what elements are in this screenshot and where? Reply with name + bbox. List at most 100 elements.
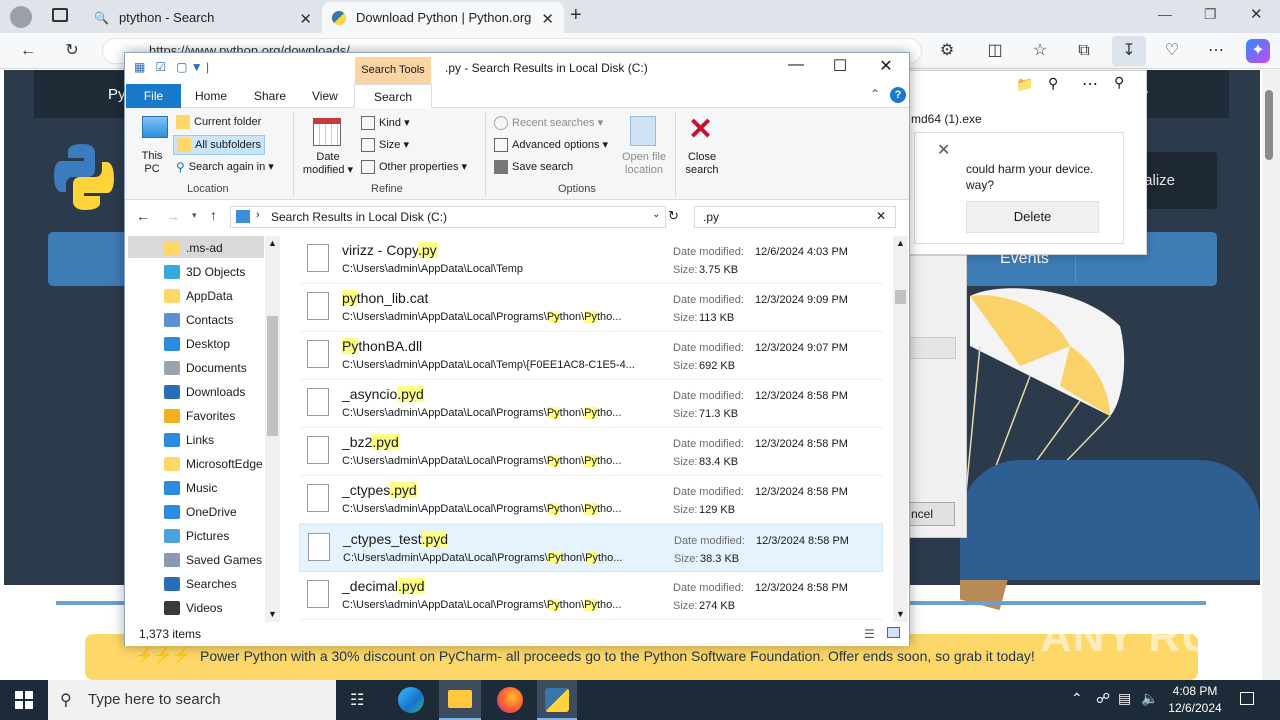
more-options-icon[interactable]: ⋯ xyxy=(1204,39,1228,63)
pin-icon[interactable]: ⚲ xyxy=(1114,74,1124,91)
downloads-icon[interactable]: ↧ xyxy=(1112,36,1146,66)
forward-icon[interactable]: → xyxy=(166,208,180,224)
result-row[interactable]: _ctypes.pyd C:\Users\admin\AppData\Local\… xyxy=(299,476,883,524)
refresh-icon[interactable]: ↻ xyxy=(668,208,679,224)
result-row[interactable]: _bz2.pyd C:\Users\admin\AppData\Local\Pro… xyxy=(299,428,883,476)
save-search-button[interactable]: Save search xyxy=(494,160,573,174)
nav-item[interactable]: MicrosoftEdge xyxy=(160,452,263,476)
tab-home[interactable]: Home xyxy=(195,89,227,103)
taskbar-search-box[interactable]: Type here to search xyxy=(48,680,336,720)
tab-file[interactable]: File xyxy=(126,84,181,108)
notifications-icon[interactable] xyxy=(1240,692,1254,705)
scroll-down-icon[interactable]: ▼ xyxy=(268,609,277,619)
close-icon[interactable]: ✕ xyxy=(937,140,950,160)
tab-search[interactable]: Search xyxy=(354,84,432,109)
result-row[interactable]: virizz - Copy.py C:\Users\admin\AppData\L… xyxy=(299,236,883,284)
maximize-button[interactable]: ☐ xyxy=(825,56,855,76)
nav-item[interactable]: Documents xyxy=(160,356,247,380)
tab-actions-icon[interactable] xyxy=(52,8,68,22)
nav-item[interactable]: Desktop xyxy=(160,332,230,356)
minimize-button[interactable]: — xyxy=(781,56,811,74)
browser-essentials-icon[interactable]: ♡ xyxy=(1160,39,1184,63)
advanced-options-button[interactable]: Advanced options ▾ xyxy=(494,138,608,153)
results-scroll-thumb[interactable] xyxy=(895,290,906,304)
address-field[interactable]: Search Results in Local Disk (C:) xyxy=(230,206,666,228)
download-filename[interactable]: md64 (1).exe xyxy=(911,112,982,126)
open-file-location-button[interactable]: Open file location xyxy=(618,151,670,177)
result-row[interactable]: _ctypes_test.pyd C:\Users\admin\AppData\L… xyxy=(299,524,883,572)
current-folder-button[interactable]: Current folder xyxy=(176,115,261,129)
scroll-up-icon[interactable]: ▲ xyxy=(896,238,905,248)
volume-icon[interactable]: 🔈 xyxy=(1141,690,1158,707)
other-properties-button[interactable]: Other properties ▾ xyxy=(361,160,467,175)
tab-search[interactable]: 🔍 ptython - Search ✕ xyxy=(84,2,322,33)
tab-python-downloads[interactable]: Download Python | Python.org ✕ xyxy=(322,2,564,33)
nav-item[interactable]: Downloads xyxy=(160,380,245,404)
details-view-icon[interactable]: ☰ xyxy=(864,627,875,641)
large-icons-view-icon[interactable] xyxy=(887,627,900,638)
tab-share[interactable]: Share xyxy=(254,89,286,103)
this-pc-button[interactable]: This PC xyxy=(140,150,164,176)
size-button[interactable]: Size ▾ xyxy=(361,138,409,153)
close-window-button[interactable]: ✕ xyxy=(871,56,901,76)
delete-button[interactable]: Delete xyxy=(966,201,1099,233)
search-again-button[interactable]: ⚲ Search again in ▾ xyxy=(176,160,274,174)
network-status-icon[interactable]: ☍ xyxy=(1096,690,1110,707)
task-view-icon[interactable]: ☷ xyxy=(350,690,364,710)
quick-access-toolbar[interactable]: ▦ ☑ ▢ ▼ | xyxy=(134,60,209,74)
date-modified-button[interactable]: Date modified ▾ xyxy=(300,151,356,177)
search-input[interactable]: .py xyxy=(694,206,896,228)
network-icon[interactable]: ▤ xyxy=(1118,690,1131,707)
nav-item[interactable]: 3D Objects xyxy=(160,260,245,284)
close-icon[interactable]: ✕ xyxy=(541,10,554,28)
back-icon[interactable]: ← xyxy=(16,39,40,63)
restore-button[interactable]: ❐ xyxy=(1204,6,1217,23)
copilot-icon[interactable]: ✦ xyxy=(1246,39,1270,63)
favorites-icon[interactable]: ☆ xyxy=(1028,39,1052,63)
result-row[interactable]: _asyncio.pyd C:\Users\admin\AppData\Local… xyxy=(299,380,883,428)
scroll-down-icon[interactable]: ▼ xyxy=(896,609,905,619)
search-downloads-icon[interactable]: ⚲ xyxy=(1048,75,1058,92)
open-folder-icon[interactable]: 📁 xyxy=(1016,76,1033,93)
nav-item[interactable]: .ms-ad xyxy=(160,236,223,260)
nav-item[interactable]: Links xyxy=(160,428,214,452)
result-row[interactable]: _decimal.pyd C:\Users\admin\AppData\Local… xyxy=(299,572,883,620)
address-dropdown-icon[interactable]: ⌄ xyxy=(652,209,660,220)
result-row[interactable]: python_lib.cat C:\Users\admin\AppData\Loc… xyxy=(299,284,883,332)
extensions-icon[interactable]: ⚙ xyxy=(935,39,959,63)
nav-item[interactable]: AppData xyxy=(160,284,233,308)
split-screen-icon[interactable]: ◫ xyxy=(983,39,1007,63)
close-icon[interactable]: ✕ xyxy=(299,10,312,28)
nav-item-python[interactable]: Py xyxy=(108,86,126,103)
nav-item[interactable]: Music xyxy=(160,476,217,500)
clear-search-icon[interactable]: ✕ xyxy=(876,209,886,223)
all-subfolders-button[interactable]: All subfolders xyxy=(173,135,266,155)
page-scroll-thumb[interactable] xyxy=(1265,90,1273,160)
scroll-up-icon[interactable]: ▲ xyxy=(268,238,277,248)
nav-item[interactable]: Videos xyxy=(160,596,222,620)
recent-locations-icon[interactable]: ▾ xyxy=(192,210,197,221)
close-window-button[interactable]: ✕ xyxy=(1250,5,1263,23)
new-tab-button[interactable]: + xyxy=(570,4,582,27)
cancel-button[interactable]: ncel xyxy=(907,502,955,526)
help-icon[interactable]: ? xyxy=(890,87,906,103)
nav-item[interactable]: Contacts xyxy=(160,308,233,332)
kind-button[interactable]: Kind ▾ xyxy=(361,116,410,131)
nav-item[interactable]: Pictures xyxy=(160,524,229,548)
more-icon[interactable]: ⋯ xyxy=(1082,74,1098,94)
edge-icon[interactable] xyxy=(398,687,424,713)
nav-item[interactable]: Saved Games xyxy=(160,548,262,572)
firefox-icon[interactable] xyxy=(497,687,523,713)
page-scrollbar[interactable] xyxy=(1262,70,1280,680)
nav-scroll-thumb[interactable] xyxy=(267,316,278,436)
nav-item[interactable]: Searches xyxy=(160,572,237,596)
windows-start-icon[interactable] xyxy=(15,691,33,709)
clock[interactable]: 4:08 PM 12/6/2024 xyxy=(1160,683,1230,717)
minimize-button[interactable]: — xyxy=(1158,6,1172,22)
tab-view[interactable]: View xyxy=(312,89,338,103)
back-icon[interactable]: ← xyxy=(136,208,150,224)
recent-searches-button[interactable]: Recent searches ▾ xyxy=(494,116,603,131)
refresh-icon[interactable]: ↻ xyxy=(60,39,84,63)
collections-icon[interactable]: ⧉ xyxy=(1072,39,1096,63)
chevron-up-icon[interactable]: ⌃ xyxy=(1071,690,1083,707)
